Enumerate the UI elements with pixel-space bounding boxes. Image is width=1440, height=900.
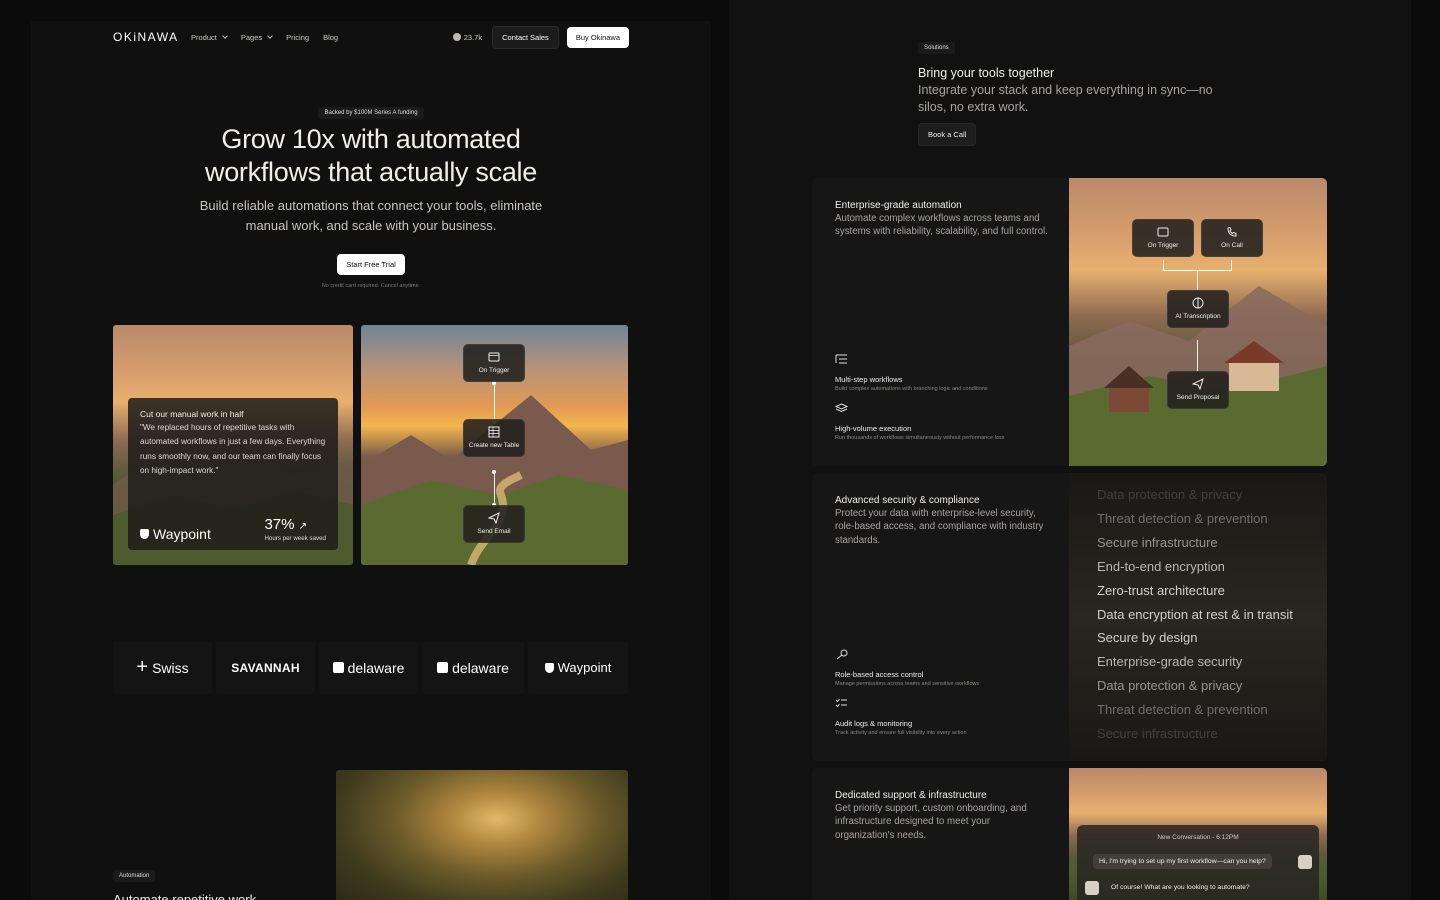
subfeature-rbac: Role-based access control Manage permiss… (835, 649, 1060, 687)
plus-icon: + (136, 656, 149, 678)
funding-badge: Backed by $100M Series A funding (31, 101, 711, 119)
tree-image (336, 770, 628, 900)
nav-item-pricing[interactable]: Pricing (286, 33, 309, 42)
list-tree-icon (835, 354, 847, 364)
nav-item-product[interactable]: Product (191, 33, 228, 42)
cta-note: No credit card required. Cancel anytime. (321, 283, 421, 289)
subfeature-audit-logs: Audit logs & monitoring Track activity a… (835, 698, 1060, 736)
key-icon (836, 649, 848, 660)
connector-line (494, 471, 495, 507)
nav-item-pages[interactable]: Pages (241, 33, 273, 42)
subfeature-multistep: Multi-step workflows Build complex autom… (835, 354, 1060, 392)
list-item: Data protection & privacy (1097, 487, 1243, 502)
solutions-chip: Solutions (918, 42, 955, 54)
security-list-panel: Data protection & privacy Threat detecti… (1069, 473, 1327, 761)
send-icon (488, 512, 500, 524)
waypoint-logo: Waypoint (140, 526, 211, 542)
node-send-proposal[interactable]: Send Proposal (1167, 371, 1229, 409)
agent-message: Of course! What are you looking to autom… (1111, 884, 1250, 891)
user-avatar (1298, 855, 1312, 869)
list-item: Zero-trust architecture (1097, 582, 1225, 598)
start-trial-button[interactable]: Start Free Trial (337, 254, 405, 275)
feature-support: Dedicated support & infrastructure Get p… (812, 768, 1327, 900)
node-send-email[interactable]: Send Email (463, 505, 525, 543)
automation-title: Automate repetitive work (113, 892, 257, 900)
list-item: Enterprise-grade security (1097, 654, 1243, 670)
list-item: Threat detection & prevention (1097, 702, 1268, 718)
agent-avatar (1085, 881, 1099, 895)
hero-subtitle: Build reliable automations that connect … (199, 198, 543, 233)
nav-item-blog[interactable]: Blog (323, 33, 338, 42)
window-icon (1157, 227, 1169, 237)
feature-image: On Trigger On Call AI Transcription Send… (1069, 178, 1327, 466)
list-item: Threat detection & prevention (1097, 510, 1268, 526)
buy-button[interactable]: Buy Okinawa (566, 26, 629, 48)
send-icon (1192, 378, 1204, 390)
hero-title: Grow 10x with automated workflows that a… (205, 124, 537, 187)
contact-sales-button[interactable]: Contact Sales (492, 25, 559, 49)
logo-waypoint: Waypoint (528, 641, 628, 694)
subfeature-high-volume: High-volume execution Run thousands of w… (834, 403, 1060, 441)
chevron-down-icon (222, 33, 228, 39)
node-on-call[interactable]: On Call (1201, 219, 1263, 257)
phone-icon (1227, 226, 1237, 237)
testimonial-card: Cut our manual work in half "We replaced… (113, 325, 353, 565)
automation-chip: Automation (113, 870, 156, 882)
support-image: New Conversation - 6:12PM Hi, I'm trying… (1069, 768, 1327, 900)
connector-line (1231, 260, 1232, 270)
node-ai-transcription[interactable]: AI Transcription (1167, 290, 1229, 328)
logo-savannah: SAVANNAH (216, 641, 315, 694)
solutions-title: Bring your tools together (918, 66, 1055, 80)
delaware-icon (437, 662, 449, 673)
list-item: Secure by design (1097, 630, 1198, 646)
top-nav: OKiNAWA Product Pages Pricing Blog 23.7k… (113, 25, 629, 49)
list-item: End-to-end encryption (1097, 558, 1225, 574)
stat-block: 37% ↗ Hours per week saved (264, 516, 326, 542)
chat-window: New Conversation - 6:12PM Hi, I'm trying… (1077, 825, 1319, 900)
logo-delaware: delaware (319, 641, 418, 694)
connector-line (1163, 260, 1164, 270)
node-on-trigger[interactable]: On Trigger (463, 344, 525, 382)
security-list: Data protection & privacy Threat detecti… (1097, 483, 1317, 746)
node-on-trigger-2[interactable]: On Trigger (1132, 219, 1194, 257)
github-icon (452, 33, 461, 41)
chevron-down-icon (267, 33, 273, 39)
landing-page-preview: OKiNAWA Product Pages Pricing Blog 23.7k… (31, 21, 711, 900)
brain-icon (1192, 297, 1204, 309)
shield-icon (544, 662, 554, 673)
connector-dot (492, 470, 496, 474)
window-icon (488, 352, 500, 362)
solutions-section: Solutions Bring your tools together Inte… (729, 0, 1411, 900)
solutions-subtitle: Integrate your stack and keep everything… (918, 83, 1213, 114)
logo-delaware-2: delaware (422, 641, 524, 694)
logo-swiss: + Swiss (113, 641, 212, 694)
testimonial-quote: Cut our manual work in half "We replaced… (128, 398, 338, 550)
list-item: Secure infrastructure (1097, 534, 1218, 550)
book-call-button[interactable]: Book a Call (918, 123, 977, 146)
github-stars-link[interactable]: 23.7k (452, 33, 482, 42)
list-item: Secure infrastructure (1097, 726, 1218, 742)
list-item: Data protection & privacy (1097, 678, 1243, 694)
arrow-up-right-icon: ↗ (298, 521, 308, 532)
connector-line (494, 383, 495, 423)
shield-icon (140, 529, 149, 539)
brand-logo[interactable]: OKiNAWA (113, 30, 183, 44)
list-checks-icon (835, 698, 847, 708)
table-icon (488, 426, 500, 438)
workflow-card: On Trigger Create new Table Send Email (361, 325, 628, 565)
feature-enterprise-automation: Enterprise-grade automation Automate com… (812, 178, 1327, 466)
connector-line (1197, 340, 1198, 372)
delaware-icon (332, 662, 344, 673)
connector-line (1197, 270, 1198, 290)
node-create-table[interactable]: Create new Table (463, 419, 525, 457)
layers-icon (834, 403, 849, 413)
user-message: Hi, I'm trying to set up my first workfl… (1093, 854, 1272, 869)
list-item: Data encryption at rest & in transit (1097, 606, 1293, 622)
feature-security: Advanced security & compliance Protect y… (812, 473, 1327, 761)
